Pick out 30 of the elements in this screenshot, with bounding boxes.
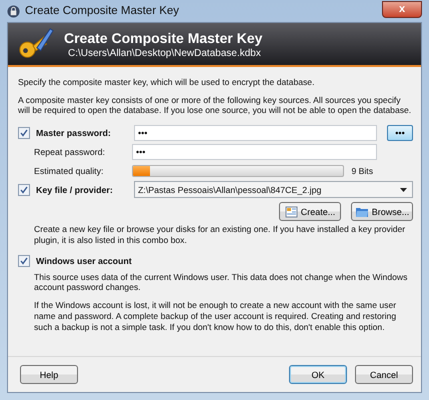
document-icon: [284, 206, 298, 218]
key-file-hint: Create a new key file or browse your disks for an existing one. If you have installed a key provider plugin, it is also listed in this combo box.: [34, 224, 406, 246]
field-label: Repeat password:: [34, 146, 106, 157]
account-note: This source uses data of the current Windows user. This data does not change when the Windows account password changes.: [34, 272, 408, 294]
intro-text: Specify the composite master key, which will be used to encrypt the database.: [18, 77, 316, 88]
quality-reading: 9 Bits: [352, 166, 373, 176]
dropdown-arrow-icon: [400, 188, 407, 192]
browse-button[interactable]: Browse...: [351, 202, 413, 222]
repeat-password-field[interactable]: •••: [132, 144, 377, 160]
cancel-button[interactable]: Cancel: [355, 365, 413, 384]
ok-button[interactable]: OK: [289, 365, 347, 384]
checkbox[interactable]: [18, 184, 30, 196]
intro-text: A composite master key consists of one or more of the following key sources. All sources you specify will be required to open the database. If you lose one source, you will not be able to open the database.: [18, 94, 412, 116]
help-button[interactable]: Help: [20, 365, 78, 384]
show-password-button[interactable]: •••: [387, 124, 413, 141]
window-title: Create Composite Master Key: [25, 5, 180, 17]
checkbox[interactable]: [18, 255, 30, 268]
field-label: Master password:: [36, 128, 112, 138]
app-icon: [7, 4, 20, 18]
database-path: C:\Users\Allan\Desktop\NewDatabase.kdbx: [68, 48, 262, 58]
field-label: Estimated quality:: [34, 166, 104, 176]
banner-title: Create Composite Master Key: [64, 30, 262, 46]
checkbox[interactable]: [18, 126, 30, 139]
field-label: Key file / provider:: [36, 184, 114, 195]
key-file-dropdown[interactable]: Z:\Pastas Pessoais\Allan\pessoal\847CE_2.jpg: [134, 181, 413, 198]
password-field[interactable]: •••: [134, 124, 377, 141]
create-button[interactable]: Create...: [279, 202, 341, 222]
account-note: If the Windows account is lost, it will not be enough to create a new account with the same user name and password. A complete backup of the user account is required. Creating and restoring such a backup is not a simple task. If you don't know how to do this, don't enable this option.: [34, 300, 398, 332]
folder-icon: [354, 206, 369, 218]
checkbox-label: Windows user account: [36, 256, 133, 266]
